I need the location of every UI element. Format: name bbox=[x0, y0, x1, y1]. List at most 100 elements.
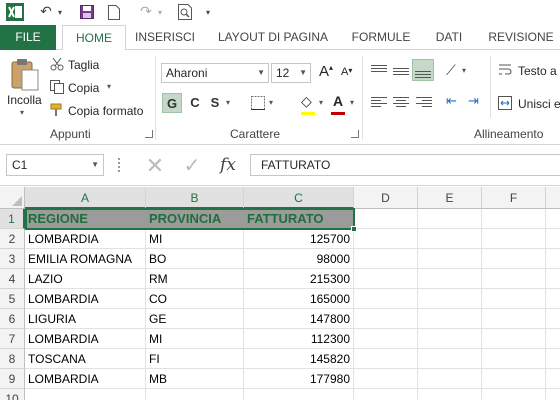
shrink-font-button[interactable]: A▾ bbox=[341, 66, 352, 78]
cut-icon[interactable] bbox=[50, 57, 64, 71]
empty-cell[interactable] bbox=[546, 249, 560, 269]
table-cell[interactable]: 177980 bbox=[244, 369, 354, 389]
row-header[interactable]: 6 bbox=[0, 309, 25, 329]
empty-cell[interactable] bbox=[418, 389, 482, 400]
customize-qat-icon[interactable]: ▾ bbox=[202, 3, 214, 21]
font-launcher-icon[interactable] bbox=[351, 130, 359, 138]
row-header[interactable]: 4 bbox=[0, 269, 25, 289]
column-header-e[interactable]: E bbox=[418, 187, 482, 209]
empty-cell[interactable] bbox=[418, 349, 482, 369]
select-all-corner[interactable] bbox=[0, 187, 25, 209]
formula-bar-grip-icon[interactable] bbox=[118, 158, 121, 172]
column-header-c[interactable]: C bbox=[244, 187, 354, 209]
table-cell[interactable]: MB bbox=[146, 369, 244, 389]
insert-function-button[interactable]: fx bbox=[214, 154, 242, 176]
column-header-a[interactable]: A bbox=[25, 187, 146, 209]
empty-cell[interactable] bbox=[354, 229, 418, 249]
empty-cell[interactable] bbox=[418, 329, 482, 349]
copy-dropdown-icon[interactable]: ▾ bbox=[107, 82, 111, 91]
paste-button[interactable]: Incolla bbox=[7, 93, 42, 107]
orientation-dropdown-icon[interactable]: ▾ bbox=[462, 66, 466, 75]
empty-cell[interactable] bbox=[546, 289, 560, 309]
empty-cell[interactable] bbox=[25, 389, 146, 400]
table-cell[interactable]: 125700 bbox=[244, 229, 354, 249]
undo-icon[interactable]: ↶ bbox=[36, 3, 56, 21]
table-cell[interactable]: FI bbox=[146, 349, 244, 369]
column-header-f[interactable]: F bbox=[482, 187, 546, 209]
empty-cell[interactable] bbox=[482, 249, 546, 269]
empty-cell[interactable] bbox=[418, 249, 482, 269]
confirm-entry-icon[interactable]: ✓ bbox=[181, 155, 203, 177]
empty-cell[interactable] bbox=[418, 209, 482, 229]
table-cell[interactable]: TOSCANA bbox=[25, 349, 146, 369]
row-header[interactable]: 3 bbox=[0, 249, 25, 269]
empty-cell[interactable] bbox=[146, 389, 244, 400]
decrease-indent-icon[interactable]: ⇤ bbox=[446, 93, 457, 109]
empty-cell[interactable] bbox=[354, 389, 418, 400]
underline-dropdown-icon[interactable]: ▾ bbox=[226, 98, 230, 107]
empty-cell[interactable] bbox=[482, 389, 546, 400]
empty-cell[interactable] bbox=[482, 329, 546, 349]
bold-button[interactable]: G bbox=[162, 93, 182, 113]
table-cell[interactable]: EMILIA ROMAGNA bbox=[25, 249, 146, 269]
tab-home[interactable]: HOME bbox=[62, 25, 126, 51]
paste-dropdown-icon[interactable]: ▾ bbox=[20, 108, 24, 117]
empty-cell[interactable] bbox=[354, 309, 418, 329]
copy-icon[interactable] bbox=[50, 80, 64, 94]
borders-icon[interactable] bbox=[251, 96, 265, 110]
table-cell[interactable]: LAZIO bbox=[25, 269, 146, 289]
row-header[interactable]: 9 bbox=[0, 369, 25, 389]
align-center-icon[interactable] bbox=[393, 96, 409, 110]
column-header-b[interactable]: B bbox=[146, 187, 244, 209]
empty-cell[interactable] bbox=[546, 389, 560, 400]
column-header-g[interactable] bbox=[546, 187, 560, 209]
format-painter-icon[interactable] bbox=[50, 103, 64, 117]
empty-cell[interactable] bbox=[418, 229, 482, 249]
empty-cell[interactable] bbox=[546, 269, 560, 289]
redo-icon[interactable]: ↷ bbox=[136, 3, 156, 21]
borders-dropdown-icon[interactable]: ▾ bbox=[269, 98, 273, 107]
font-name-combo[interactable]: Aharoni ▼ bbox=[161, 63, 269, 83]
empty-cell[interactable] bbox=[482, 209, 546, 229]
empty-cell[interactable] bbox=[418, 289, 482, 309]
header-cell[interactable]: REGIONE bbox=[25, 209, 146, 229]
empty-cell[interactable] bbox=[354, 269, 418, 289]
fill-handle[interactable] bbox=[351, 226, 357, 232]
align-top-icon[interactable] bbox=[371, 64, 387, 78]
row-header[interactable]: 8 bbox=[0, 349, 25, 369]
table-cell[interactable]: 112300 bbox=[244, 329, 354, 349]
table-cell[interactable]: 215300 bbox=[244, 269, 354, 289]
empty-cell[interactable] bbox=[354, 289, 418, 309]
tab-dati[interactable]: DATI bbox=[426, 25, 472, 50]
table-cell[interactable]: LOMBARDIA bbox=[25, 329, 146, 349]
empty-cell[interactable] bbox=[482, 229, 546, 249]
empty-cell[interactable] bbox=[244, 389, 354, 400]
table-cell[interactable]: 147800 bbox=[244, 309, 354, 329]
grow-font-button[interactable]: A▴ bbox=[319, 63, 333, 80]
row-header[interactable]: 1 bbox=[0, 209, 25, 229]
empty-cell[interactable] bbox=[354, 249, 418, 269]
tab-file[interactable]: FILE bbox=[0, 25, 56, 50]
align-right-icon[interactable] bbox=[416, 96, 432, 110]
excel-logo-icon[interactable] bbox=[6, 3, 24, 21]
align-middle-icon[interactable] bbox=[393, 64, 409, 78]
undo-dropdown-icon[interactable]: ▾ bbox=[56, 3, 64, 21]
row-header[interactable]: 10 bbox=[0, 389, 25, 400]
table-cell[interactable]: 98000 bbox=[244, 249, 354, 269]
tab-layout-di-pagina[interactable]: LAYOUT DI PAGINA bbox=[210, 25, 336, 50]
empty-cell[interactable] bbox=[482, 289, 546, 309]
empty-cell[interactable] bbox=[546, 209, 560, 229]
font-color-button[interactable]: A bbox=[333, 93, 343, 109]
format-painter-button[interactable]: Copia formato bbox=[68, 104, 143, 118]
tab-revisione[interactable]: REVISIONE bbox=[482, 25, 560, 50]
chevron-down-icon[interactable]: ▼ bbox=[91, 155, 99, 175]
worksheet-grid[interactable]: A B C D E F 1 REGIONE PROVINCIA FATTURATO 2 L… bbox=[0, 187, 560, 400]
table-cell[interactable]: LIGURIA bbox=[25, 309, 146, 329]
table-cell[interactable]: CO bbox=[146, 289, 244, 309]
tab-inserisci[interactable]: INSERISCI bbox=[132, 25, 198, 50]
formula-input[interactable]: FATTURATO bbox=[250, 154, 560, 176]
empty-cell[interactable] bbox=[354, 329, 418, 349]
row-header[interactable]: 7 bbox=[0, 329, 25, 349]
table-cell[interactable]: MI bbox=[146, 329, 244, 349]
empty-cell[interactable] bbox=[418, 369, 482, 389]
